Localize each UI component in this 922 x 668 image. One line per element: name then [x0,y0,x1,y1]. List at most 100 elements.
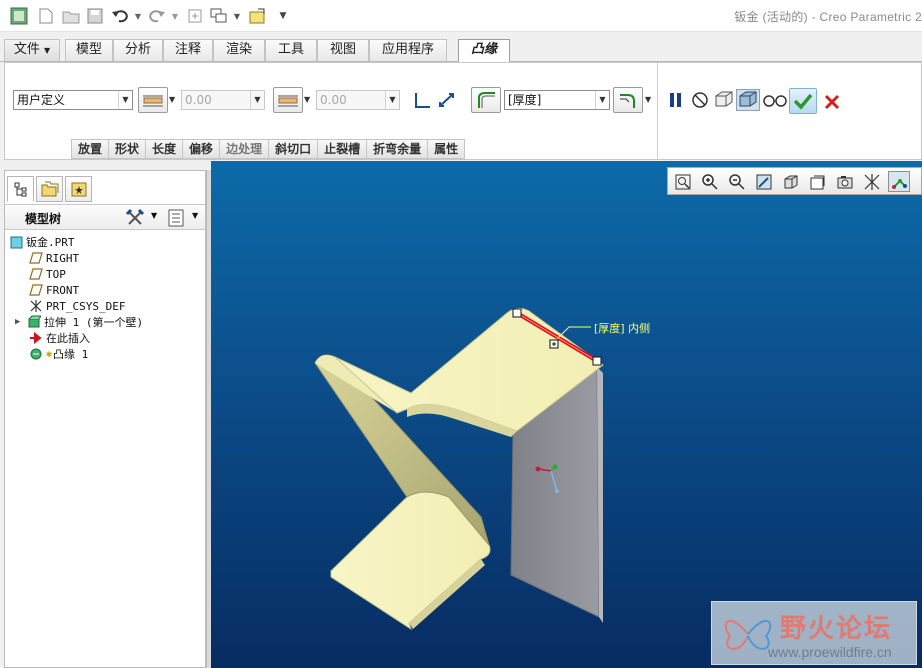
show-menu-icon[interactable] [167,208,185,231]
refit-icon[interactable] [672,171,694,192]
close-window-icon[interactable] [246,6,268,26]
spin-center-icon[interactable] [888,171,910,192]
length1-input[interactable]: 0.00 ▼ [181,90,265,110]
title-bar: ▼ ▼ ▼ ▼ 钣金 (活动的) - Creo Parametric 2 [0,0,922,32]
tab-flange[interactable]: 凸缘 [458,39,510,63]
length2-input[interactable]: 0.00 ▼ [316,90,400,110]
model-tree-title: 模型树 [25,212,62,226]
datum-plane-icon [29,251,43,265]
customize-toolbar-icon[interactable]: ▼ [276,6,290,26]
tree-item-label: RIGHT [46,251,80,265]
windows-dropdown-icon[interactable]: ▼ [232,6,242,26]
csys-y-marker [552,464,558,470]
length-type1-dropdown-icon[interactable]: ▼ [169,95,175,104]
window-title: 钣金 (活动的) - Creo Parametric 2 [734,10,922,24]
tree-item-flange[interactable]: ✱ 凸缘 1 [29,346,88,362]
tab-annotate[interactable]: 注释 [163,39,213,61]
verify-glasses-icon[interactable] [763,93,787,110]
favorites-tab[interactable] [65,176,92,202]
bend-radius-dropdown-icon[interactable]: ▼ [645,95,651,104]
undo-icon[interactable] [108,6,132,26]
tab-view[interactable]: 视图 [317,39,369,61]
folders-icon [41,181,58,197]
preview-verify-icon[interactable] [736,89,760,111]
coordinate-system-icon [29,299,43,313]
csys-x-marker [535,466,541,472]
subtab-edge-treatment[interactable]: 边处理 [220,139,270,159]
open-folder-icon[interactable] [60,6,82,26]
length-type2-dropdown-icon[interactable]: ▼ [304,95,310,104]
redo-dropdown-icon[interactable]: ▼ [170,6,180,26]
zoom-out-icon[interactable] [726,171,748,192]
flip-direction-icon[interactable] [413,91,433,112]
pending-feature-icon: ✱ [46,348,53,360]
tree-item-part[interactable]: 钣金.PRT [9,234,75,250]
show-dropdown-icon[interactable]: ▼ [192,211,198,220]
forum-watermark: 野火论坛 www.proewildfire.cn [711,601,917,665]
tree-item-datum-right[interactable]: RIGHT [29,250,79,266]
undo-dropdown-icon[interactable]: ▼ [133,6,143,26]
view-manager-icon[interactable] [834,171,856,192]
length-type2-button[interactable] [273,87,303,113]
tree-settings-icon[interactable] [125,208,147,231]
length-type1-button[interactable] [138,87,168,113]
thickness-dimension-label[interactable]: [厚度] 内侧 [594,320,650,336]
tree-item-insert-here[interactable]: 在此插入 [29,330,90,346]
tab-model[interactable]: 模型 [65,39,113,61]
flange-subtabs: 放置 形状 长度 偏移 边处理 斜切口 止裂槽 折弯余量 属性 [71,139,466,159]
swap-sides-icon[interactable] [437,91,457,112]
subtab-length[interactable]: 长度 [146,139,184,159]
repaint-icon[interactable] [753,171,775,192]
subtab-offset[interactable]: 偏移 [183,139,221,159]
confirm-button[interactable] [789,88,817,114]
drag-handle-end[interactable] [592,356,602,366]
bend-radius-button[interactable] [613,87,643,113]
redo-icon[interactable] [146,6,168,26]
check-icon [793,93,813,110]
subtab-bend-allowance[interactable]: 折弯余量 [367,139,429,159]
tab-applications[interactable]: 应用程序 [369,39,447,61]
save-icon[interactable] [84,6,106,26]
tree-item-csys[interactable]: PRT_CSYS_DEF [29,298,125,314]
regenerate-icon[interactable] [184,6,206,26]
tab-render[interactable]: 渲染 [213,39,265,61]
expand-arrow-icon[interactable]: ▶ [15,317,27,327]
subtab-properties[interactable]: 属性 [428,139,466,159]
new-file-icon[interactable] [36,6,56,26]
subtab-relief[interactable]: 止裂槽 [318,139,368,159]
shape-select-value: 用户定义 [17,93,66,107]
shape-select[interactable]: 用户定义 ▼ [13,90,133,110]
tree-item-label: TOP [46,267,66,281]
watermark-url: www.proewildfire.cn [768,644,892,660]
datum-plane-icon [29,267,43,281]
display-style-icon[interactable] [780,171,802,192]
subtab-placement[interactable]: 放置 [71,139,110,159]
cancel-button[interactable] [823,93,841,114]
thickness-select[interactable]: [厚度] ▼ [504,90,610,110]
windows-icon[interactable] [208,6,230,26]
graphics-viewport[interactable]: [厚度] 内侧 野火论坛 www.proewildfire.cn [211,161,922,668]
pause-icon[interactable] [667,91,683,112]
tab-analysis[interactable]: 分析 [113,39,163,61]
model-tree-tab[interactable] [7,176,34,202]
subtab-miter-cuts[interactable]: 斜切口 [269,139,319,159]
file-menu-button[interactable]: 文件 ▼ [4,39,60,61]
tab-tools[interactable]: 工具 [265,39,317,61]
tree-item-datum-top[interactable]: TOP [29,266,66,282]
drag-handle-start[interactable] [512,308,522,318]
tree-settings-dropdown-icon[interactable]: ▼ [151,211,157,220]
folder-browser-tab[interactable] [36,176,63,202]
no-preview-icon[interactable] [691,91,709,112]
tree-item-datum-front[interactable]: FRONT [29,282,79,298]
tree-item-extrude[interactable]: ▶ 拉伸 1 (第一个壁) [15,314,143,330]
zoom-in-icon[interactable] [699,171,721,192]
datum-display-icon[interactable] [861,171,883,192]
sheetmetal-model[interactable] [211,161,922,668]
thickness-side-button[interactable] [471,87,501,113]
preview-mesh-icon[interactable] [713,90,735,113]
saved-orientations-icon[interactable] [807,171,829,192]
thickness-select-value: [厚度] [508,93,542,107]
chevron-down-icon: ▼ [44,46,51,55]
subtab-shape[interactable]: 形状 [109,139,147,159]
app-logo-icon [8,6,30,26]
